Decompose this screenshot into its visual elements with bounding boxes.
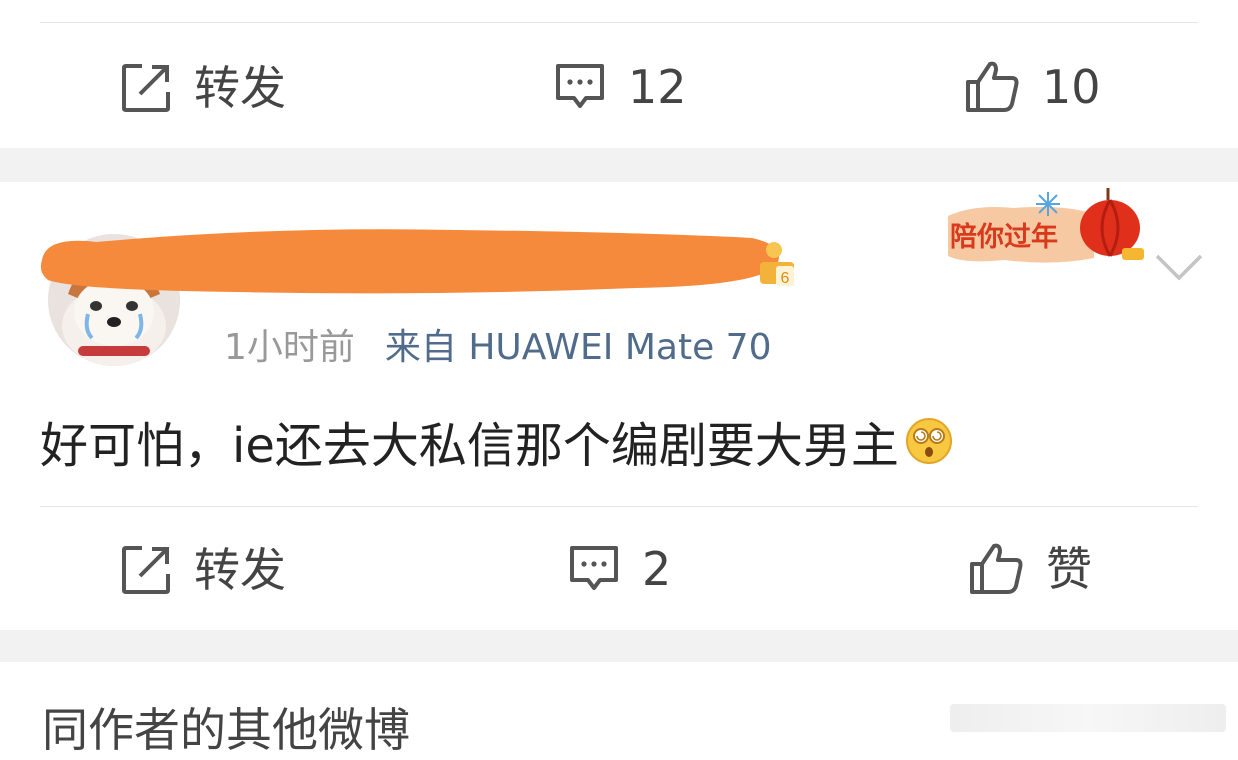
prev-comment-button[interactable]: 12 [554,62,687,112]
more-posts-title[interactable]: 同作者的其他微博 [42,694,410,760]
like-label: 赞 [1046,542,1092,596]
like-count: 10 [1042,60,1101,114]
prev-like-button[interactable]: 10 [964,60,1101,114]
loading-placeholder [950,704,1226,732]
repost-label: 转发 [194,61,286,115]
festival-badge[interactable]: 陪你过年 [944,186,1148,274]
post-text: 好可怕，ie还去大私信那个编剧要大男主 [40,418,899,474]
card-separator [0,148,1238,182]
chevron-down-icon[interactable] [1154,252,1204,282]
post-content: 好可怕，ie还去大私信那个编剧要大男主 [40,406,953,476]
firework-icon [1036,192,1060,216]
repost-button[interactable]: 转发 [120,544,286,596]
divider [40,506,1198,507]
vip-level: 6 [781,270,790,287]
repost-label: 转发 [194,543,286,597]
festival-badge-text: 陪你过年 [950,221,1058,253]
post-timestamp: 1小时前 [224,327,355,368]
redacted-username [40,229,780,294]
prev-post-card: 转发 12 10 [0,0,1238,148]
comment-icon [556,64,604,108]
card-separator [0,630,1238,662]
comment-button[interactable]: 2 [568,544,671,594]
like-icon [966,61,1019,112]
vip-crown-icon: 6 [760,242,794,287]
repost-icon [122,64,170,112]
dizzy-face-emoji [905,418,952,464]
repost-icon [122,546,170,594]
post-meta: 1小时前 来自 HUAWEI Mate 70 [224,318,771,370]
prev-repost-button[interactable]: 转发 [120,62,286,114]
like-icon [970,543,1023,594]
divider [40,22,1198,23]
post-source[interactable]: 来自 HUAWEI Mate 70 [385,327,772,368]
comment-count: 2 [642,542,672,596]
comment-icon [570,546,618,590]
comment-count: 12 [628,60,687,114]
like-button[interactable]: 赞 [968,542,1092,596]
